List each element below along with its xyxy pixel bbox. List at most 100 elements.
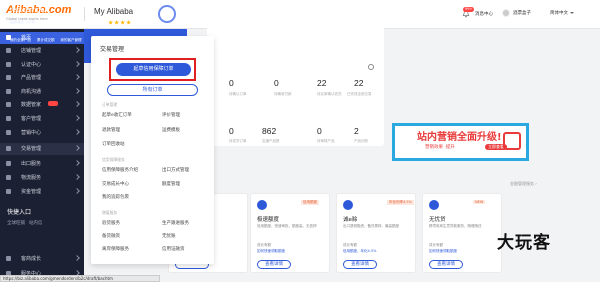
product-desc: 出口退税融资，备货周转，最高额度 xyxy=(343,224,399,228)
menu-item[interactable]: 离岸保障服务 xyxy=(102,246,129,252)
chevron-right-icon xyxy=(74,115,80,121)
stat-number[interactable]: 0 xyxy=(317,126,322,136)
sidebar-item-transactions[interactable]: 交易管理 xyxy=(0,143,84,155)
profile-link[interactable]: 我的客户管理 xyxy=(61,38,82,42)
message-badge: 99+ xyxy=(463,7,475,12)
sidebar-item-products[interactable]: 产品管理 xyxy=(0,72,84,84)
menu-item[interactable]: 信用证融资 xyxy=(162,246,185,252)
stat-label: 待审核产品 xyxy=(317,139,335,143)
view-details-button[interactable]: 查看详情 xyxy=(343,260,377,269)
profile-link[interactable]: 累计成交额 xyxy=(37,38,55,42)
menu-item[interactable]: 备货融资 xyxy=(102,233,120,239)
quick-link-inbox[interactable]: 站内信 xyxy=(29,221,43,226)
chevron-right-icon xyxy=(74,61,80,67)
stat-number[interactable]: 22 xyxy=(317,78,326,88)
sidebar-item-label: 认证中心 xyxy=(21,62,42,68)
stat-number[interactable]: 0 xyxy=(274,78,279,88)
menu-item[interactable]: 运费模板 xyxy=(162,127,180,133)
menu-item[interactable]: 信用保障服务介绍 xyxy=(102,167,138,173)
sidebar-item-growth[interactable]: 客商成长 xyxy=(0,253,84,265)
product-link[interactable]: 如何快速领取额度 xyxy=(257,249,285,254)
info-icon[interactable] xyxy=(368,64,374,70)
chevron-right-icon xyxy=(74,145,80,151)
menu-item[interactable]: 起草e收汇订单 xyxy=(102,112,132,118)
section-title: 信用保障服务 xyxy=(102,157,125,162)
stat-number[interactable]: 862 xyxy=(262,126,276,136)
page-title: My Alibaba xyxy=(94,7,134,16)
sidebar-item-label: 交易管理 xyxy=(21,146,42,152)
draft-trade-assurance-order-button[interactable]: 起草信用保障订单 xyxy=(116,63,191,76)
menu-item[interactable]: 评价管理 xyxy=(162,112,180,118)
promo-banner[interactable]: 站内营销全面升级! 营销效果 ·提升 立即查看 xyxy=(392,123,529,161)
stat-label: 产品诊断 xyxy=(354,139,368,143)
product-line: 成长有额 xyxy=(257,243,271,247)
sidebar-item-finance[interactable]: 资金管理 xyxy=(0,186,84,198)
sidebar-item-label: 物流服务 xyxy=(21,175,42,181)
stat-label: 已完成全部交易 xyxy=(347,92,372,96)
product-title: 无忧贷 xyxy=(429,217,446,223)
sidebar-item-label: 出口服务 xyxy=(21,161,42,167)
chevron-right-icon xyxy=(74,255,80,261)
all-orders-button[interactable]: 所有订单 xyxy=(107,84,198,96)
language-select[interactable]: 简体中文 xyxy=(550,10,574,16)
sidebar-item-inquiries[interactable]: 商机沟通 xyxy=(0,86,84,98)
transaction-icon xyxy=(6,146,11,151)
stat-label: 待确收付款 xyxy=(274,92,292,96)
chevron-right-icon xyxy=(74,101,80,107)
chevron-right-icon xyxy=(74,188,80,194)
product-tag: NEW xyxy=(473,200,486,204)
stat-label: 待确认订单 xyxy=(229,92,247,96)
chat-icon xyxy=(6,89,11,94)
product-desc: 跨境电商生意贷款服务，随借随还 xyxy=(429,224,482,228)
stat-number[interactable]: 0 xyxy=(229,78,234,88)
finance-product-card: 信用额度 极速额度 信用额度，快速审批，额度高，无抵押 成长有额 如何快速领取额… xyxy=(250,193,330,273)
truck-icon xyxy=(6,175,11,180)
menu-item[interactable]: 无忧账 xyxy=(162,233,176,239)
customer-icon xyxy=(6,116,11,121)
menu-item[interactable]: 交易成长中心 xyxy=(102,181,129,187)
profile-link[interactable]: 我的全部产品 xyxy=(10,38,31,42)
finance-services-link[interactable]: 金融管理服务 › xyxy=(510,181,537,187)
sidebar-item-store[interactable]: 店铺管理 xyxy=(0,45,84,57)
export-icon xyxy=(6,161,11,166)
marketing-icon xyxy=(6,130,11,135)
company-name[interactable]: testcompa... xyxy=(10,5,51,14)
sidebar-item-customers[interactable]: 客户管理 xyxy=(0,113,84,125)
product-line: 成长有额 xyxy=(429,243,443,247)
stat-number[interactable]: 2 xyxy=(354,126,359,136)
star-icon xyxy=(126,20,132,25)
product-tag: 信用额度 xyxy=(301,200,319,205)
sidebar-item-export[interactable]: 出口服务 xyxy=(0,158,84,170)
menu-item[interactable]: 订单回收站 xyxy=(102,141,125,147)
view-details-button[interactable]: 查看详情 xyxy=(429,260,463,269)
message-center-button[interactable]: 99+ 消息中心 xyxy=(462,7,493,22)
menu-item[interactable]: 退款管理 xyxy=(102,127,120,133)
stat-label: 待发货订单 xyxy=(229,139,247,143)
product-title: 极速额度 xyxy=(257,217,280,223)
product-tag: 年化利率4.5% xyxy=(387,200,414,205)
quick-link-store[interactable]: 全球旺铺 xyxy=(7,221,25,226)
sidebar-item-data[interactable]: 数据管家 xyxy=(0,99,84,111)
chevron-right-icon xyxy=(74,129,80,135)
menu-item[interactable]: 验货服务 xyxy=(102,220,120,226)
star-icon xyxy=(108,20,114,25)
rating-label: 评分等级 xyxy=(92,22,106,26)
promo-subtext: 营销效果 ·提升 xyxy=(425,145,455,150)
sidebar-item-logistics[interactable]: 物流服务 xyxy=(0,172,84,184)
sidebar-item-marketing[interactable]: 营销中心 xyxy=(0,127,84,139)
product-link[interactable]: 如何快速领取额度 xyxy=(429,249,457,254)
finance-product-card: NEW 无忧贷 跨境电商生意贷款服务，随借随还 成长有额 如何快速领取额度 查看… xyxy=(422,193,502,273)
top-bar: Alibaba.com Global trade starts here My … xyxy=(0,0,600,29)
sidebar-item-verification[interactable]: 认证中心 xyxy=(0,59,84,71)
menu-item[interactable]: 我的追踪包裹 xyxy=(102,194,129,200)
sidebar-item-label: 客户管理 xyxy=(21,116,42,122)
stat-number[interactable]: 0 xyxy=(229,126,234,136)
product-link[interactable]: 信用额度，年化4.5% xyxy=(343,249,376,254)
view-details-button[interactable]: 查看详情 xyxy=(257,260,291,269)
user-name: 酒票盒子 xyxy=(513,11,531,16)
menu-item[interactable]: 出口方式管理 xyxy=(162,167,189,173)
menu-item[interactable]: 生产跟进服务 xyxy=(162,220,189,226)
star-icon xyxy=(120,20,126,25)
menu-item[interactable]: 额度管理 xyxy=(162,181,180,187)
stat-number[interactable]: 22 xyxy=(354,78,363,88)
